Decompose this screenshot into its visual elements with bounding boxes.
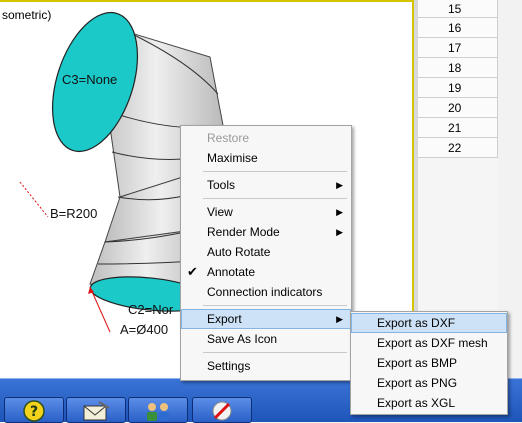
- taskbar-disconnect-button[interactable]: [192, 397, 252, 423]
- menu-item-view[interactable]: View ▶: [181, 202, 351, 222]
- grid-row[interactable]: 19: [418, 78, 498, 98]
- context-menu: Restore Maximise Tools ▶ View ▶ Render Mod…: [180, 125, 352, 381]
- grid-row[interactable]: 16: [418, 18, 498, 38]
- annotation-c3: C3=None: [62, 72, 118, 87]
- menu-item-annotate[interactable]: ✔ Annotate: [181, 262, 351, 282]
- submenu-arrow-icon: ▶: [336, 314, 343, 324]
- taskbar-mail-button[interactable]: [66, 397, 126, 423]
- menu-item-export-dxf-mesh[interactable]: Export as DXF mesh: [351, 333, 507, 353]
- users-icon: [147, 403, 169, 421]
- annotation-b: B=R200: [50, 206, 98, 221]
- menu-item-export[interactable]: Export ▶: [181, 309, 351, 329]
- taskbar-help-button[interactable]: ?: [4, 397, 64, 423]
- grid-row[interactable]: 17: [418, 38, 498, 58]
- svg-text:?: ?: [30, 404, 38, 420]
- menu-separator: [203, 352, 347, 353]
- submenu-arrow-icon: ▶: [336, 207, 343, 217]
- grid-row[interactable]: 20: [418, 98, 498, 118]
- disconnect-icon: [212, 401, 232, 421]
- row-header-list: 15 16 17 18 19 20 21 22: [418, 0, 498, 158]
- menu-item-restore: Restore: [207, 131, 250, 145]
- grid-row[interactable]: 21: [418, 118, 498, 138]
- taskbar-users-button[interactable]: [128, 397, 188, 423]
- submenu-arrow-icon: ▶: [336, 227, 343, 237]
- menu-separator: [203, 171, 347, 172]
- grid-row[interactable]: 15: [418, 0, 498, 18]
- menu-item-connection-indicators[interactable]: Connection indicators: [181, 282, 351, 302]
- menu-item-export-png[interactable]: Export as PNG: [351, 373, 507, 393]
- grid-row[interactable]: 18: [418, 58, 498, 78]
- menu-item-export-xgl[interactable]: Export as XGL: [351, 393, 507, 413]
- menu-item-auto-rotate[interactable]: Auto Rotate: [181, 242, 351, 262]
- grid-row[interactable]: 22: [418, 138, 498, 158]
- menu-item-export-dxf[interactable]: Export as DXF: [351, 313, 507, 333]
- submenu-arrow-icon: ▶: [336, 180, 343, 190]
- menu-item-tools[interactable]: Tools ▶: [181, 175, 351, 195]
- export-submenu: Export as DXF Export as DXF mesh Export …: [350, 311, 508, 415]
- menu-item-export-bmp[interactable]: Export as BMP: [351, 353, 507, 373]
- menu-item-settings[interactable]: Settings: [181, 356, 351, 376]
- mail-icon: [83, 401, 110, 421]
- menu-item-save-as-icon[interactable]: Save As Icon: [181, 329, 351, 349]
- help-icon: ?: [23, 400, 45, 422]
- menu-separator: [203, 198, 347, 199]
- checkmark-icon: ✔: [187, 264, 198, 279]
- menu-item-render-mode[interactable]: Render Mode ▶: [181, 222, 351, 242]
- menu-separator: [203, 305, 347, 306]
- menu-item-maximise[interactable]: Maximise: [181, 148, 351, 168]
- annotation-a: A=Ø400: [120, 322, 169, 337]
- annotation-c2: C2=Nor: [128, 302, 174, 317]
